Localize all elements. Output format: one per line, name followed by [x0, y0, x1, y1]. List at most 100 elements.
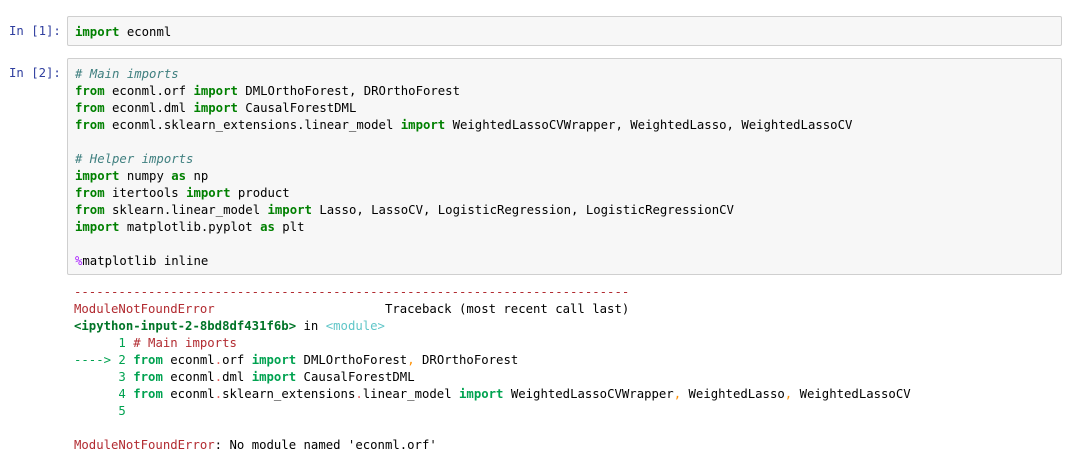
- code-token: # Main imports: [133, 336, 237, 350]
- code-line: from sklearn.linear_model import Lasso, …: [75, 203, 734, 217]
- code-token: econml.orf: [104, 84, 194, 98]
- code-token: from: [133, 387, 163, 401]
- code-editor[interactable]: import econml: [67, 16, 1062, 46]
- code-token: .: [355, 387, 363, 401]
- code-token: econml: [119, 25, 172, 39]
- code-token: dml: [222, 370, 252, 384]
- code-line: 1 # Main imports: [74, 336, 237, 350]
- code-line: ModuleNotFoundError: No module named 'ec…: [74, 438, 437, 452]
- code-token: CausalForestDML: [296, 370, 415, 384]
- code-line: 5: [74, 404, 126, 418]
- code-token: import: [75, 169, 120, 183]
- code-token: ,: [407, 353, 415, 367]
- code-token: plt: [274, 220, 305, 234]
- code-line: import numpy as np: [75, 169, 208, 183]
- code-line: # Main imports: [75, 67, 179, 81]
- code-cell-2: In [2]: # Main imports from econml.orf i…: [0, 58, 1071, 275]
- code-token: .: [214, 353, 223, 367]
- code-token: as: [260, 220, 275, 234]
- code-line: # Helper imports: [75, 152, 193, 166]
- code-token: matplotlib.pyplot: [119, 220, 261, 234]
- code-token: matplotlib inline: [82, 254, 209, 268]
- code-token: Traceback (most recent call last): [214, 302, 630, 316]
- code-token: product: [230, 186, 290, 200]
- code-token: in: [296, 319, 326, 333]
- code-line: from itertools import product: [75, 186, 290, 200]
- code-line: %matplotlib inline: [75, 254, 208, 268]
- code-editor[interactable]: # Main imports from econml.orf import DM…: [67, 58, 1062, 275]
- code-line: <ipython-input-2-8bd8df431f6b> in <modul…: [74, 319, 385, 333]
- code-line: 3 from econml.dml import CausalForestDML: [74, 370, 415, 384]
- code-token: import: [75, 25, 120, 39]
- code-token: # Main imports: [75, 67, 179, 81]
- code-token: econml: [162, 387, 215, 401]
- code-token: CausalForestDML: [237, 101, 357, 115]
- code-line: ----> 2 from econml.orf import DMLOrthoF…: [74, 353, 518, 367]
- code-line: import econml: [75, 25, 171, 39]
- code-token: <module>: [325, 319, 385, 333]
- code-token: 1: [74, 336, 134, 350]
- code-line: from econml.dml import CausalForestDML: [75, 101, 356, 115]
- code-line: ModuleNotFoundError Traceback (most rece…: [74, 302, 629, 316]
- code-token: sklearn_extensions: [222, 387, 356, 401]
- code-token: import: [459, 387, 504, 401]
- code-token: DROrthoForest: [414, 353, 519, 367]
- code-token: # Helper imports: [75, 152, 194, 166]
- code-token: ----> 2: [74, 353, 134, 367]
- input-prompt: In [1]:: [9, 24, 61, 38]
- code-token: WeightedLasso: [681, 387, 785, 401]
- code-token: import: [75, 220, 120, 234]
- code-token: econml: [162, 353, 215, 367]
- code-token: 3: [74, 370, 134, 384]
- code-token: from: [133, 370, 163, 384]
- code-token: WeightedLassoCVWrapper, WeightedLasso, W…: [445, 118, 853, 132]
- code-source: import econml: [68, 17, 1061, 47]
- code-line: from econml.sklearn_extensions.linear_mo…: [75, 118, 852, 132]
- code-token: ,: [673, 387, 682, 401]
- code-token: DMLOrthoForest: [296, 353, 408, 367]
- code-token: import: [193, 84, 238, 98]
- code-token: numpy: [119, 169, 172, 183]
- code-token: as: [171, 169, 187, 183]
- code-token: from: [133, 353, 163, 367]
- input-prompt: In [2]:: [9, 66, 61, 80]
- code-token: <ipython-input-2-8bd8df431f6b>: [74, 319, 297, 333]
- code-token: from: [75, 186, 105, 200]
- code-token: from: [75, 84, 105, 98]
- code-token: np: [186, 169, 209, 183]
- code-token: from: [75, 101, 105, 115]
- code-line: ----------------------------------------…: [74, 285, 629, 299]
- code-token: import: [251, 353, 297, 367]
- code-token: import: [251, 370, 297, 384]
- code-token: import: [193, 101, 238, 115]
- code-token: ModuleNotFoundError: [74, 302, 215, 316]
- code-token: DMLOrthoForest, DROrthoForest: [237, 84, 460, 98]
- code-token: import: [186, 186, 231, 200]
- code-token: from: [75, 203, 105, 217]
- code-token: Lasso, LassoCV, LogisticRegression, Logi…: [311, 203, 734, 217]
- code-line: 4 from econml.sklearn_extensions.linear_…: [74, 387, 911, 401]
- code-token: 5: [74, 404, 126, 418]
- code-token: WeightedLassoCVWrapper: [503, 387, 674, 401]
- code-line: import matplotlib.pyplot as plt: [75, 220, 305, 234]
- code-token: ModuleNotFoundError: [74, 438, 215, 452]
- code-token: 4: [74, 387, 134, 401]
- code-token: econml: [162, 370, 215, 384]
- code-token: itertools: [104, 186, 187, 200]
- code-token: : No module named 'econml.orf': [214, 438, 437, 452]
- code-token: orf: [222, 353, 252, 367]
- code-cell-1: In [1]: import econml: [0, 16, 1071, 46]
- code-token: ----------------------------------------…: [74, 285, 630, 299]
- error-traceback-output: ----------------------------------------…: [74, 284, 911, 454]
- code-line: from econml.orf import DMLOrthoForest, D…: [75, 84, 460, 98]
- code-token: import: [400, 118, 446, 132]
- code-token: econml.dml: [104, 101, 194, 115]
- code-token: WeightedLassoCV: [792, 387, 911, 401]
- code-token: import: [267, 203, 312, 217]
- code-token: .: [214, 370, 223, 384]
- code-token: linear_model: [362, 387, 460, 401]
- code-token: .: [214, 387, 223, 401]
- code-token: from: [75, 118, 105, 132]
- code-token: econml.sklearn_extensions.linear_model: [104, 118, 401, 132]
- code-token: sklearn.linear_model: [104, 203, 268, 217]
